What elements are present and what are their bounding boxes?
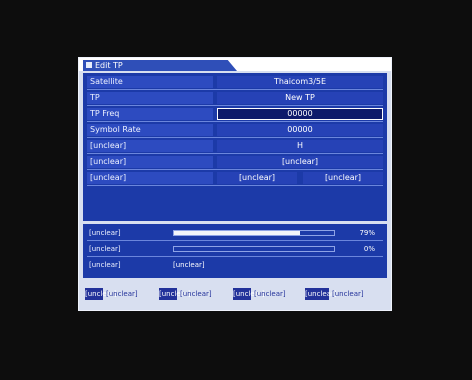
title-bar: Edit TP	[79, 58, 391, 71]
satellite-value[interactable]: Thaicom3/5E	[217, 76, 383, 88]
mode-label: [unclear]	[87, 156, 213, 168]
tp-row[interactable]: TP New TP	[87, 91, 383, 106]
help-ok-text: [unclear]	[254, 290, 286, 298]
title-tab: Edit TP	[83, 60, 237, 71]
signal-quality-percent: 79%	[359, 229, 375, 237]
lock-status-row: [unclear] [unclear]	[87, 258, 383, 272]
help-change-text: [unclear]	[180, 290, 212, 298]
symbol-rate-label: Symbol Rate	[87, 124, 213, 136]
left-right-keys-icon: [unclear]	[159, 288, 191, 300]
signal-level-bar	[173, 246, 335, 252]
mode-value[interactable]: [unclear]	[217, 156, 383, 168]
signal-quality-bar	[173, 230, 335, 236]
tp-value[interactable]: New TP	[217, 92, 383, 104]
help-move-text: [unclear]	[106, 290, 138, 298]
dialog-title: Edit TP	[95, 61, 123, 70]
satellite-row[interactable]: Satellite Thaicom3/5E	[87, 75, 383, 90]
arrow-keys-icon: [unclear]	[85, 288, 117, 300]
symbol-rate-input[interactable]: 00000	[217, 124, 383, 136]
signal-level-row: [unclear] 0%	[87, 242, 383, 257]
ok-key-icon: [unclear]	[233, 288, 265, 300]
tp-freq-row[interactable]: TP Freq 00000	[87, 107, 383, 122]
exit-key-icon: [unclear]	[305, 288, 337, 300]
polarity-label: [unclear]	[87, 140, 213, 152]
symbol-rate-row[interactable]: Symbol Rate 00000	[87, 123, 383, 138]
signal-quality-fill	[174, 231, 301, 235]
signal-quality-label: [unclear]	[89, 229, 121, 237]
search-options: [unclear] [unclear]	[217, 172, 383, 184]
polarity-row[interactable]: [unclear] H	[87, 139, 383, 154]
satellite-label: Satellite	[87, 76, 213, 88]
search-label: [unclear]	[87, 172, 213, 184]
tp-freq-label: TP Freq	[87, 108, 213, 120]
help-exit-text: [unclear]	[332, 290, 364, 298]
lock-status-value: [unclear]	[173, 261, 205, 269]
polarity-value[interactable]: H	[217, 140, 383, 152]
edit-tp-dialog: Edit TP Satellite Thaicom3/5E TP New TP …	[78, 57, 392, 311]
search-option-1-button[interactable]: [unclear]	[217, 172, 297, 184]
tp-freq-input[interactable]: 00000	[217, 108, 383, 120]
menu-icon	[86, 62, 92, 68]
tp-label: TP	[87, 92, 213, 104]
lock-status-label: [unclear]	[89, 261, 121, 269]
search-option-2-button[interactable]: [unclear]	[303, 172, 383, 184]
signal-level-label: [unclear]	[89, 245, 121, 253]
signal-status-panel: [unclear] 79% [unclear] 0% [unclear] [un…	[83, 224, 387, 278]
settings-panel: Satellite Thaicom3/5E TP New TP TP Freq …	[83, 73, 387, 221]
mode-row[interactable]: [unclear] [unclear]	[87, 155, 383, 170]
signal-level-percent: 0%	[363, 245, 375, 253]
search-row: [unclear] [unclear] [unclear]	[87, 171, 383, 186]
help-bar: [unclear] [unclear] [unclear] [unclear] …	[83, 284, 387, 304]
signal-quality-row: [unclear] 79%	[87, 226, 383, 241]
